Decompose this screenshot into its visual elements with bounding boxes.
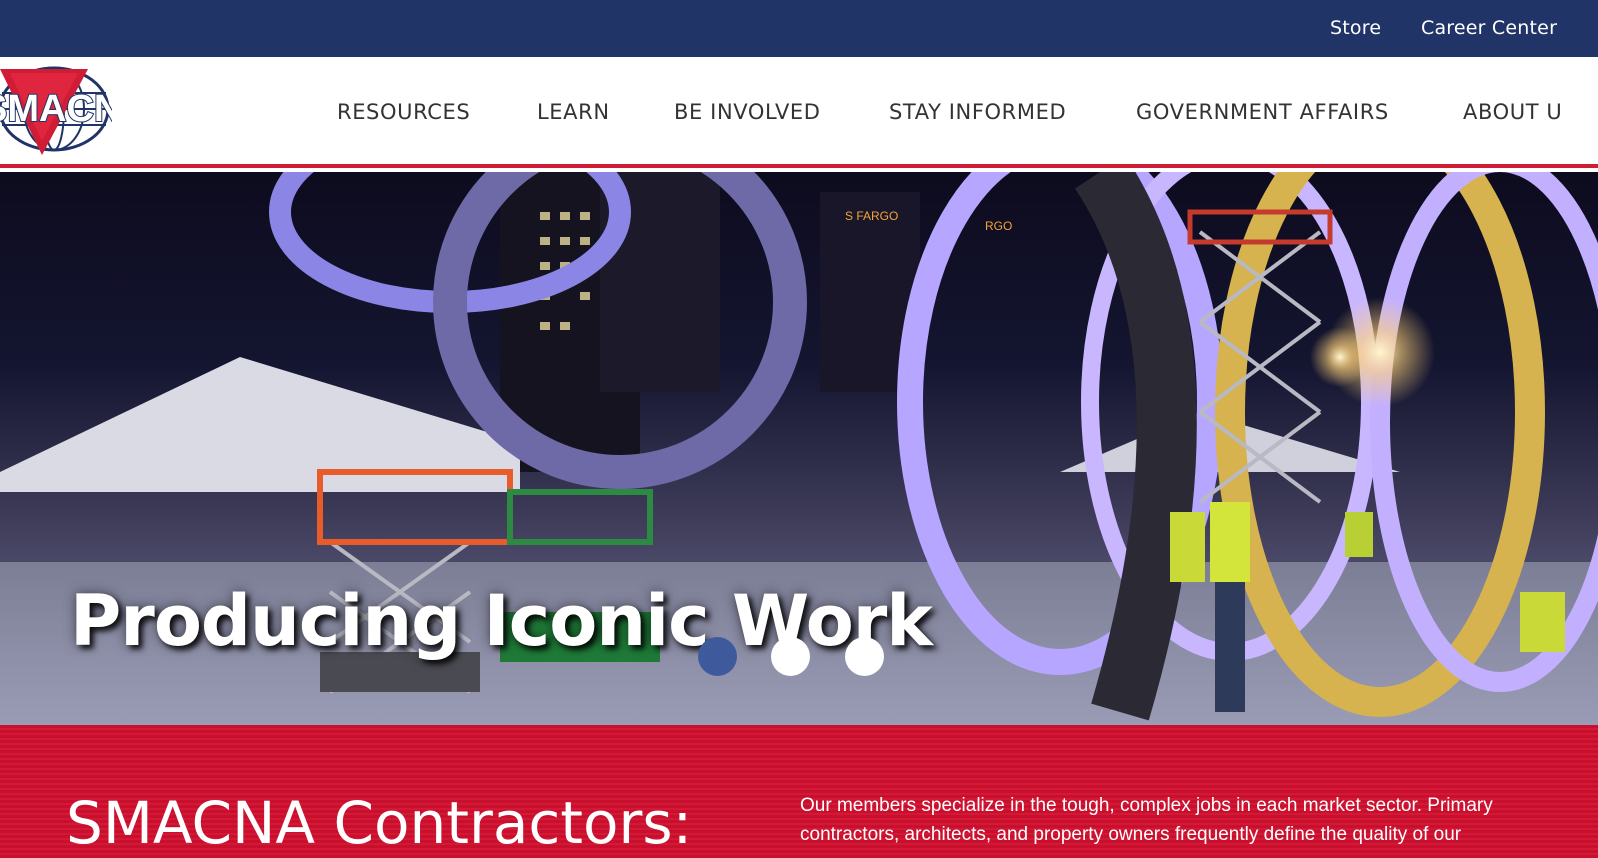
svg-text:RGO: RGO bbox=[985, 219, 1012, 233]
nav-item-government-affairs[interactable]: GOVERNMENT AFFAIRS bbox=[1136, 100, 1389, 124]
nav-item-stay-informed[interactable]: STAY INFORMED bbox=[889, 100, 1066, 124]
intro-section: SMACNA Contractors: Our members speciali… bbox=[0, 725, 1598, 858]
slide-dot-3[interactable] bbox=[845, 637, 884, 676]
main-nav: SMACNA RESOURCES LEARN BE INVOLVED STAY … bbox=[0, 57, 1598, 168]
nav-item-be-involved[interactable]: BE INVOLVED bbox=[674, 100, 821, 124]
career-center-link[interactable]: Career Center bbox=[1421, 17, 1557, 39]
store-link[interactable]: Store bbox=[1330, 17, 1381, 39]
nav-item-resources[interactable]: RESOURCES bbox=[337, 100, 470, 124]
svg-text:S FARGO: S FARGO bbox=[845, 209, 898, 223]
intro-text: Our members specialize in the tough, com… bbox=[800, 795, 1493, 845]
utility-bar: Store Career Center bbox=[0, 0, 1598, 57]
logo-wordmark: SMACNA bbox=[0, 88, 112, 130]
slide-dot-1[interactable] bbox=[698, 637, 737, 676]
globe-triangle-logo-icon: SMACNA bbox=[0, 66, 150, 155]
nav-item-learn[interactable]: LEARN bbox=[537, 100, 610, 124]
slide-dot-2[interactable] bbox=[771, 637, 810, 676]
nav-item-about-us[interactable]: ABOUT U bbox=[1463, 100, 1562, 124]
intro-heading: SMACNA Contractors: bbox=[66, 789, 693, 857]
smacna-logo[interactable]: SMACNA bbox=[0, 65, 150, 157]
